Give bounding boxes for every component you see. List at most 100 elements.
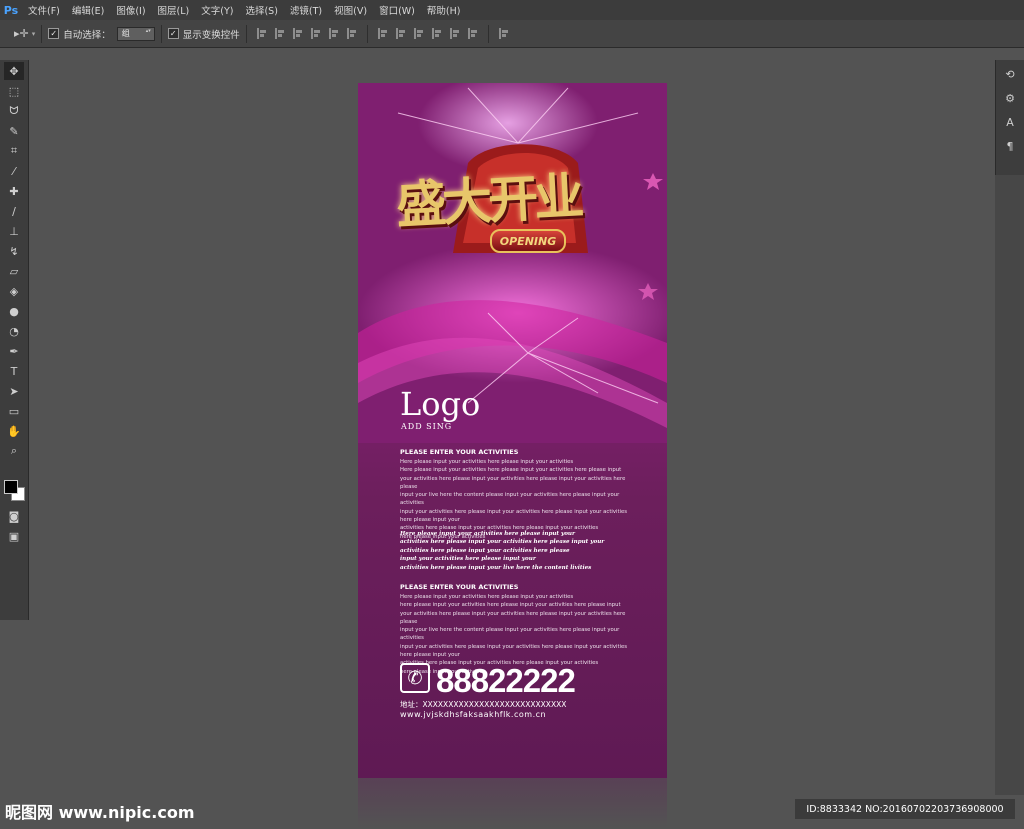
phone-icon: ✆ <box>400 663 430 693</box>
history-panel-icon[interactable]: ⟲ <box>1000 64 1020 84</box>
clone-stamp-tool-icon[interactable]: ⊥ <box>4 222 24 240</box>
text-line: input your activities here please input … <box>400 643 628 659</box>
poster-logo-sub: ADD SING <box>401 422 453 431</box>
activities-heading-1: PLEASE ENTER YOUR ACTIVITIES <box>400 448 519 456</box>
menu-help[interactable]: 帮助(H) <box>421 3 467 17</box>
panel-dock <box>995 175 1024 795</box>
eyedropper-tool-icon[interactable]: ⁄ <box>4 162 24 180</box>
dodge-tool-icon[interactable]: ◔ <box>4 322 24 340</box>
properties-panel-icon[interactable]: ⚙ <box>1000 88 1020 108</box>
align-vcenter-icon[interactable] <box>274 28 285 39</box>
distribute-vcenter-icon[interactable] <box>395 28 406 39</box>
zoom-tool-icon[interactable]: ⌕ <box>4 442 24 460</box>
divider <box>245 24 247 43</box>
text-line: input your activities here please input … <box>400 508 628 524</box>
distribute-hcenter-icon[interactable] <box>449 28 460 39</box>
lasso-tool-icon[interactable]: ᗢ <box>4 102 24 120</box>
site-watermark: 昵图网 www.nipic.com <box>5 803 195 822</box>
divider <box>160 24 162 43</box>
path-select-tool-icon[interactable]: ➤ <box>4 382 24 400</box>
show-transform-label: 显示变换控件 <box>182 29 240 41</box>
phone-number: 88822222 <box>436 662 576 699</box>
marquee-tool-icon[interactable]: ⬚ <box>4 82 24 100</box>
auto-select-label: 自动选择： <box>63 29 111 41</box>
tool-preset-chevron-icon[interactable]: ▾ <box>32 30 36 38</box>
blur-tool-icon[interactable]: ● <box>4 302 24 320</box>
italic-paragraph: Here please input your activities here p… <box>400 530 640 572</box>
auto-align-icon[interactable] <box>498 28 509 39</box>
align-hcenter-icon[interactable] <box>328 28 339 39</box>
character-panel-icon[interactable]: A <box>1000 112 1020 132</box>
text-line: Here please input your activities here p… <box>400 594 574 600</box>
hand-tool-icon[interactable]: ✋ <box>4 422 24 440</box>
image-id-tag: ID:8833342 NO:20160702203736908000 <box>795 799 1015 819</box>
pen-tool-icon[interactable]: ✒ <box>4 342 24 360</box>
show-transform-checkbox[interactable]: ✓ 显示变换控件 <box>167 27 240 41</box>
text-line: activities here please input your activi… <box>400 547 570 554</box>
text-line: your activities here please input your a… <box>400 610 626 625</box>
collapsed-panels: ⟲ ⚙ A ¶ <box>995 60 1024 175</box>
opening-badge: OPENING <box>490 229 566 253</box>
text-line: input your activities here please input … <box>400 556 536 563</box>
options-bar: ▸✛ ▾ ✓ 自动选择： 组 ✓ 显示变换控件 <box>0 20 1024 48</box>
quick-mask-icon[interactable]: ◙ <box>4 507 24 525</box>
move-tool-icon[interactable]: ▸✛ <box>14 27 29 40</box>
activities-paragraph-1: Here please input your activities here p… <box>400 458 640 541</box>
tools-panel: ✥ ⬚ ᗢ ✎ ⌗ ⁄ ✚ ∕ ⊥ ↯ ▱ ◈ ● ◔ ✒ T ➤ ▭ ✋ ⌕ … <box>0 60 29 620</box>
move-tool-icon[interactable]: ✥ <box>4 62 24 80</box>
text-line: Here please input your activities here p… <box>400 459 574 465</box>
auto-select-checkbox[interactable]: ✓ 自动选择： <box>48 27 111 41</box>
document-canvas[interactable]: 盛大开业 OPENING Logo ADD SING PLEASE ENTER … <box>358 83 667 778</box>
menu-type[interactable]: 文字(Y) <box>195 3 239 17</box>
distribute-left-icon[interactable] <box>431 28 442 39</box>
menu-file[interactable]: 文件(F) <box>22 3 66 17</box>
photoshop-logo: Ps <box>3 3 19 17</box>
text-line: input your live here the content please … <box>400 492 620 507</box>
quick-select-tool-icon[interactable]: ✎ <box>4 122 24 140</box>
text-line: activities here please input your activi… <box>400 539 605 546</box>
distribute-top-icon[interactable] <box>377 28 388 39</box>
rectangle-tool-icon[interactable]: ▭ <box>4 402 24 420</box>
poster-logo: Logo <box>400 385 481 423</box>
divider <box>487 24 489 43</box>
menu-layer[interactable]: 图层(L) <box>152 3 196 17</box>
menu-bar: Ps 文件(F) 编辑(E) 图像(I) 图层(L) 文字(Y) 选择(S) 滤… <box>0 0 1024 20</box>
menu-image[interactable]: 图像(I) <box>110 3 151 17</box>
align-right-icon[interactable] <box>346 28 357 39</box>
type-tool-icon[interactable]: T <box>4 362 24 380</box>
distribute-right-icon[interactable] <box>467 28 478 39</box>
brush-tool-icon[interactable]: ∕ <box>4 202 24 220</box>
check-icon: ✓ <box>48 28 60 39</box>
divider <box>41 24 43 43</box>
menu-view[interactable]: 视图(V) <box>328 3 373 17</box>
align-bottom-icon[interactable] <box>292 28 303 39</box>
distribute-bottom-icon[interactable] <box>413 28 424 39</box>
text-line: Here please input your activities here p… <box>400 531 575 537</box>
crop-tool-icon[interactable]: ⌗ <box>4 142 24 160</box>
healing-brush-tool-icon[interactable]: ✚ <box>4 182 24 200</box>
auto-select-dropdown[interactable]: 组 <box>116 26 155 41</box>
menu-select[interactable]: 选择(S) <box>239 3 283 17</box>
paragraph-panel-icon[interactable]: ¶ <box>1000 136 1020 156</box>
check-icon: ✓ <box>167 28 179 39</box>
eraser-tool-icon[interactable]: ▱ <box>4 262 24 280</box>
menu-window[interactable]: 窗口(W) <box>373 3 421 17</box>
screen-mode-icon[interactable]: ▣ <box>4 527 24 545</box>
text-line: Here please input your activities here p… <box>400 467 622 474</box>
menu-filter[interactable]: 滤镜(T) <box>284 3 328 17</box>
activities-heading-2: PLEASE ENTER YOUR ACTIVITIES <box>400 583 519 591</box>
text-line: here please input your activities here p… <box>400 602 621 609</box>
text-line: your activities here please input your a… <box>400 475 626 490</box>
divider <box>366 24 368 43</box>
auto-select-value: 组 <box>121 29 130 38</box>
align-top-icon[interactable] <box>256 28 267 39</box>
menu-edit[interactable]: 编辑(E) <box>66 3 110 17</box>
text-line: input your live here the content please … <box>400 627 620 642</box>
address-text: 地址：XXXXXXXXXXXXXXXXXXXXXXXXXXXX <box>400 700 567 709</box>
paint-bucket-tool-icon[interactable]: ◈ <box>4 282 24 300</box>
website-text: www.jvjskdhsfaksaakhflk.com.cn <box>400 710 547 719</box>
text-line: activities here please input your live h… <box>400 564 592 571</box>
foreground-color-swatch[interactable] <box>4 480 18 494</box>
align-left-icon[interactable] <box>310 28 321 39</box>
history-brush-tool-icon[interactable]: ↯ <box>4 242 24 260</box>
